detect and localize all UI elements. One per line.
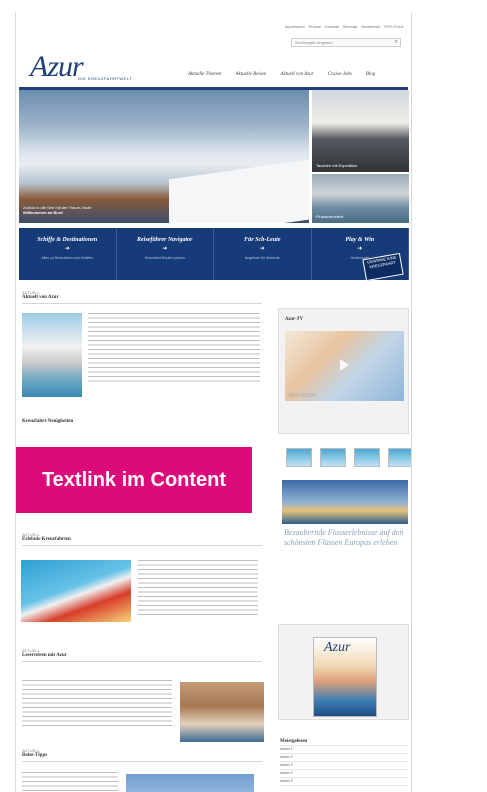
divider bbox=[22, 761, 262, 762]
article-body bbox=[22, 307, 262, 419]
top-link-newsletter[interactable]: Newsletter bbox=[361, 24, 380, 29]
article-block-2: AKTUELL Erlebnis-Kreuzfahrten bbox=[22, 532, 262, 549]
list-item[interactable]: Artikel 2 bbox=[280, 754, 408, 762]
feature-sub: Kreuzfahrt-Routen planen bbox=[144, 256, 185, 260]
side-teaser-2-caption: Flusskreuzfahrt bbox=[316, 214, 344, 219]
article-text bbox=[138, 560, 258, 616]
list-title: Meistgelesen bbox=[280, 738, 408, 746]
article-text bbox=[88, 313, 260, 385]
list-item[interactable]: Artikel 1 bbox=[280, 746, 408, 754]
side-teaser-1-caption: Tauchen mit Expedition bbox=[316, 163, 358, 168]
search-input[interactable]: Suchbegriff eingeben ⌕ bbox=[291, 38, 401, 47]
main-column: AKTUELL Aktuell von Azur Kreuzfahrt-Neui… bbox=[22, 290, 262, 424]
side-teaser-2[interactable]: Flusskreuzfahrt bbox=[312, 174, 409, 223]
video-thumbnails bbox=[286, 448, 411, 467]
top-link-rss[interactable]: RSS-Feed bbox=[384, 24, 403, 29]
thumbnail[interactable] bbox=[388, 448, 411, 467]
top-link-impressum[interactable]: Impressum bbox=[285, 24, 305, 29]
arrow-right-icon: ➜ bbox=[64, 246, 70, 252]
river-cruise-image[interactable] bbox=[282, 480, 408, 524]
play-icon[interactable] bbox=[340, 359, 349, 371]
feature-title: Reiseführer Navigator bbox=[137, 237, 193, 243]
article-image[interactable] bbox=[126, 774, 254, 792]
divider bbox=[22, 661, 262, 662]
article-title[interactable]: Kreuzfahrt-Neuigkeiten bbox=[22, 419, 262, 424]
magazine-cover[interactable]: Azur bbox=[313, 637, 377, 717]
article-title[interactable]: Leserreisen mit Azur bbox=[22, 653, 262, 658]
top-links: Impressum Presse Kontakt Sitemap Newslet… bbox=[285, 24, 403, 29]
feature-title: Für Sch-Leute bbox=[243, 237, 281, 243]
page-frame: Impressum Presse Kontakt Sitemap Newslet… bbox=[15, 12, 412, 792]
hero-caption-line2: Willkommen an Bord bbox=[23, 210, 63, 215]
ship-hull-shape bbox=[169, 156, 309, 223]
search-icon[interactable]: ⌕ bbox=[395, 39, 398, 46]
side-teaser-1[interactable]: Tauchen mit Expedition bbox=[312, 90, 409, 172]
arrow-right-icon: ➜ bbox=[162, 246, 168, 252]
article-block-4: AKTUELL Reise-Tipps bbox=[22, 748, 262, 765]
article-text bbox=[22, 772, 118, 792]
feature-sub: Angebote für Seeleute bbox=[244, 256, 280, 260]
magazine-logo: Azur bbox=[324, 640, 351, 655]
divider bbox=[22, 303, 262, 304]
textlink-block[interactable]: Textlink im Content bbox=[16, 447, 252, 513]
top-link-kontakt[interactable]: Kontakt bbox=[325, 24, 339, 29]
hero-caption: Zurück in die See mit der Traum-Yacht Wi… bbox=[23, 205, 91, 215]
thumbnail[interactable] bbox=[286, 448, 312, 467]
article-image[interactable] bbox=[180, 682, 264, 742]
article-image[interactable] bbox=[21, 560, 131, 622]
most-read-list: Meistgelesen Artikel 1 Artikel 2 Artikel… bbox=[280, 738, 408, 786]
search-placeholder: Suchbegriff eingeben bbox=[295, 40, 333, 45]
feature-schiffe[interactable]: Schiffe & Destinationen ➜ Alles zu Reise… bbox=[19, 228, 117, 280]
arrow-right-icon: ➜ bbox=[259, 246, 265, 252]
top-link-sitemap[interactable]: Sitemap bbox=[343, 24, 358, 29]
video-player[interactable]: Video ansehen bbox=[285, 331, 404, 401]
river-cruise-text[interactable]: Bezaubernde Flusserlebnisse auf den schö… bbox=[284, 528, 410, 548]
article-block-3: AKTUELL Leserreisen mit Azur bbox=[22, 648, 262, 665]
main-nav: Aktuelle Themen Aktuelle Reisen Aktuell … bbox=[188, 72, 375, 77]
feature-title: Schiffe & Destinationen bbox=[37, 237, 98, 243]
feature-navigator[interactable]: Reiseführer Navigator ➜ Kreuzfahrt-Route… bbox=[117, 228, 214, 280]
feature-leute[interactable]: Für Sch-Leute ➜ Angebote für Seeleute bbox=[214, 228, 312, 280]
video-box: Azur-TV Video ansehen bbox=[278, 308, 409, 434]
feature-title: Play & Win bbox=[345, 237, 375, 243]
divider bbox=[22, 545, 262, 546]
logo-subtitle: DIE KREUZFAHRTWELT bbox=[78, 76, 133, 81]
nav-item-cruise-jobs[interactable]: Cruise-Jobs bbox=[328, 72, 352, 77]
logo[interactable]: Azur bbox=[30, 50, 84, 84]
nav-item-aktuell-von-azur[interactable]: Aktuell von Azur bbox=[280, 72, 313, 77]
video-caption: Video ansehen bbox=[289, 392, 316, 397]
magazine-box: Azur bbox=[278, 624, 409, 720]
article-title[interactable]: Aktuell von Azur bbox=[22, 295, 262, 300]
nav-item-blog[interactable]: Blog bbox=[366, 72, 375, 77]
feature-play-win[interactable]: Play & Win ➜ Gewinnspiel GEWINNE EINE KR… bbox=[312, 228, 409, 282]
nav-item-aktuelle-reisen[interactable]: Aktuelle Reisen bbox=[235, 72, 266, 77]
thumbnail[interactable] bbox=[320, 448, 346, 467]
feature-sub: Alles zu Reisezielen und Schiffen bbox=[41, 256, 94, 260]
arrow-right-icon: ➜ bbox=[357, 246, 363, 252]
feature-bar: Schiffe & Destinationen ➜ Alles zu Reise… bbox=[19, 228, 409, 282]
article-image[interactable] bbox=[22, 313, 82, 397]
article-title[interactable]: Erlebnis-Kreuzfahrten bbox=[22, 537, 262, 542]
nav-item-aktuelle-themen[interactable]: Aktuelle Themen bbox=[188, 72, 221, 77]
thumbnail[interactable] bbox=[354, 448, 380, 467]
article-text bbox=[22, 680, 172, 726]
list-item[interactable]: Artikel 4 bbox=[280, 770, 408, 778]
hero-image[interactable]: Zurück in die See mit der Traum-Yacht Wi… bbox=[19, 90, 309, 223]
list-item[interactable]: Artikel 5 bbox=[280, 778, 408, 786]
video-title: Azur-TV bbox=[285, 317, 304, 322]
list-item[interactable]: Artikel 3 bbox=[280, 762, 408, 770]
article-title[interactable]: Reise-Tipps bbox=[22, 753, 262, 758]
top-link-presse[interactable]: Presse bbox=[309, 24, 321, 29]
